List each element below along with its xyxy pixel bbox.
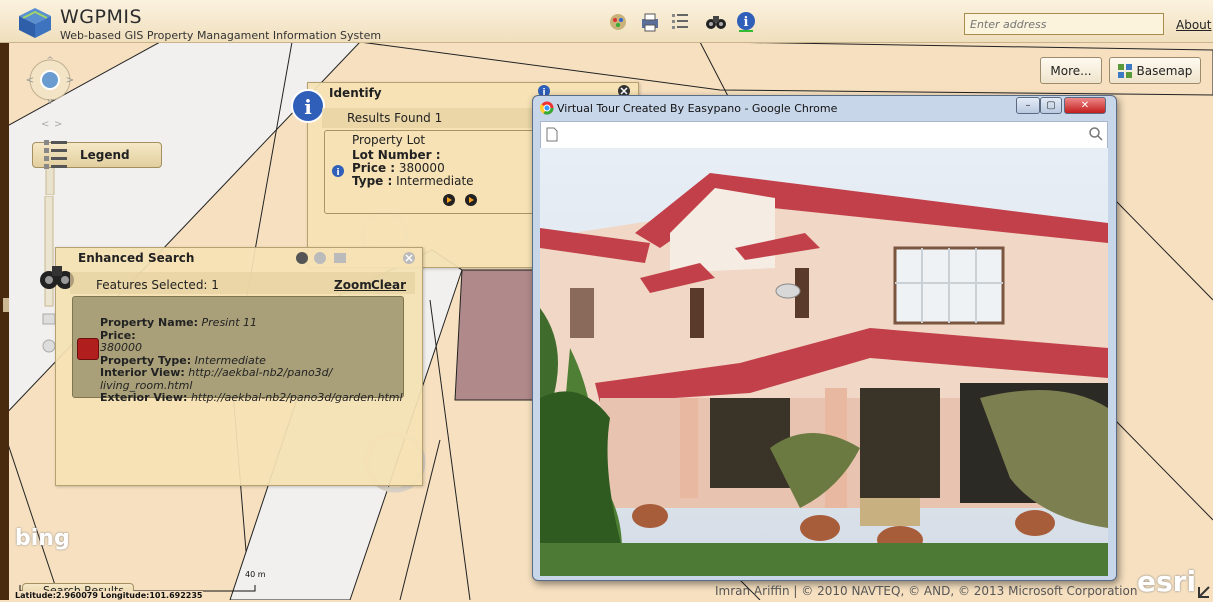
identify-title: Identify: [329, 86, 382, 100]
tools-icon[interactable]: [605, 10, 631, 34]
svg-text:v: v: [47, 97, 53, 107]
identify-results-count: Results Found 1: [347, 111, 443, 125]
more-button[interactable]: More...: [1040, 57, 1102, 84]
about-link[interactable]: About: [1176, 18, 1211, 32]
browser-window-title: Virtual Tour Created By Easypano - Googl…: [557, 102, 838, 115]
basemap-button[interactable]: Basemap: [1109, 57, 1201, 84]
more-button-label: More...: [1050, 63, 1092, 78]
app-logo-icon: [15, 6, 55, 40]
identify-field-type: Type : Intermediate: [352, 174, 474, 188]
basemap-icon: [1117, 63, 1132, 78]
enhanced-search-tool-icons[interactable]: [294, 250, 354, 266]
identify-info-icon: i: [290, 88, 326, 124]
page-icon: [546, 127, 558, 142]
enhanced-search-close-icon[interactable]: [402, 251, 416, 265]
chrome-icon: [539, 101, 554, 115]
print-icon[interactable]: [637, 10, 663, 34]
zoom-link[interactable]: Zoom: [334, 278, 372, 292]
address-search-input[interactable]: [964, 13, 1164, 35]
house-panorama-image[interactable]: [540, 148, 1108, 576]
svg-text:<: <: [26, 75, 34, 86]
app-subtitle: Web-based GIS Property Managament Inform…: [60, 29, 382, 42]
svg-text:i: i: [304, 95, 312, 119]
result-price: Price:: [100, 328, 136, 342]
minimize-button[interactable]: –: [1016, 97, 1040, 114]
sidebar-toggle[interactable]: [3, 298, 9, 312]
identify-result-info-icon: i: [331, 164, 345, 178]
close-window-button[interactable]: ✕: [1064, 97, 1106, 114]
search-result-details: Property Name: Presint 11 Price: 380000 …: [100, 316, 403, 405]
basemap-button-label: Basemap: [1136, 63, 1193, 78]
previous-result-icon[interactable]: [443, 194, 455, 206]
map-attribution: Imran Ariffin | © 2010 NAVTEQ, © AND, © …: [715, 584, 1138, 598]
next-result-icon[interactable]: [465, 194, 477, 206]
maximize-button[interactable]: ▢: [1040, 97, 1062, 114]
resize-arrow-icon[interactable]: [1197, 585, 1211, 599]
svg-text:^: ^: [46, 56, 54, 66]
svg-text:>: >: [54, 119, 62, 130]
svg-text:>: >: [66, 75, 74, 86]
scale-bar-label: 40 m: [245, 570, 266, 579]
map-navigation-control[interactable]: ^ < > v < >: [22, 55, 78, 196]
search-binoculars-icon[interactable]: [703, 10, 729, 34]
identify-fields: Lot Number : Price : 380000 Type : Inter…: [352, 149, 474, 188]
svg-text:i: i: [336, 168, 339, 178]
info-icon[interactable]: i: [733, 10, 759, 34]
esri-logo: esri: [1137, 565, 1197, 598]
browser-address-bar[interactable]: [540, 121, 1108, 149]
svg-text:<: <: [41, 119, 49, 130]
bing-logo: bing: [15, 526, 70, 551]
list-icon[interactable]: [667, 10, 693, 34]
app-title: WGPMIS: [60, 6, 143, 28]
legend-icon: [42, 138, 70, 172]
selected-feature-marker: [77, 338, 99, 360]
enhanced-search-title: Enhanced Search: [78, 251, 195, 265]
coordinates-readout: Latitude:2.960079 Longitude:101.692235: [15, 591, 203, 600]
result-property-name: Property Name: Presint 11: [100, 316, 258, 329]
search-icon[interactable]: [1088, 126, 1104, 142]
features-selected-count: Features Selected: 1: [96, 278, 219, 292]
clear-link[interactable]: Clear: [371, 278, 406, 292]
legend-label: Legend: [80, 148, 130, 162]
svg-text:i: i: [744, 15, 749, 30]
result-exterior-view: Exterior View: http://aekbal-nb2/pano3d/…: [100, 391, 403, 404]
identify-layer-name: Property Lot: [352, 133, 426, 147]
